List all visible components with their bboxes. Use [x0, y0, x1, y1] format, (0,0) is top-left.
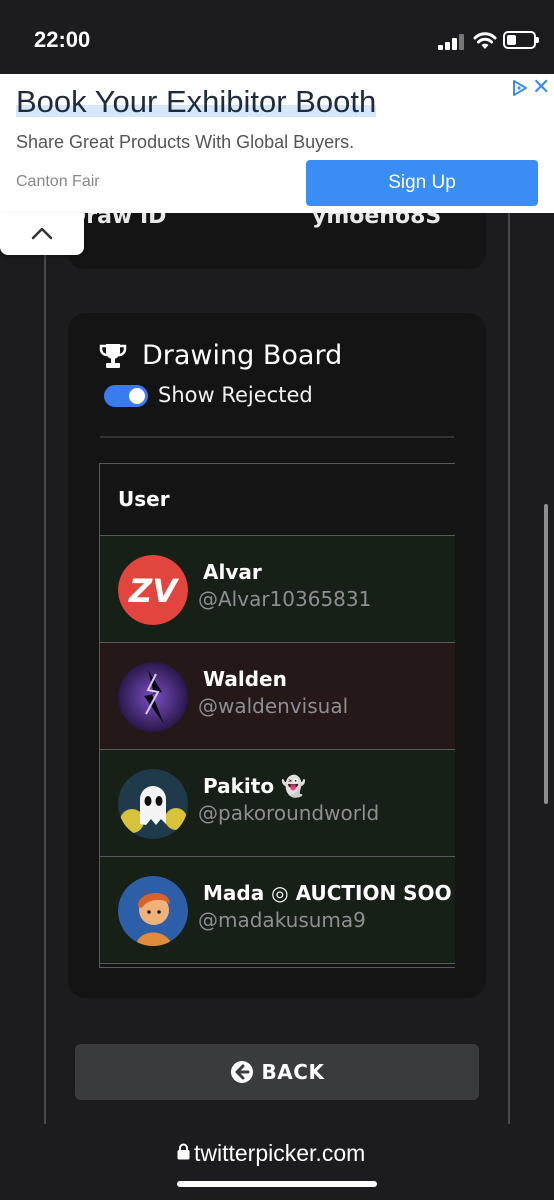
user-handle[interactable]: @Alvar10365831 — [198, 587, 371, 611]
user-name: Alvar — [203, 560, 262, 584]
column-header-user[interactable]: User — [118, 487, 170, 511]
user-handle[interactable]: @madakusuma9 — [198, 908, 366, 932]
table-row[interactable]: Walden @waldenvisual — [100, 643, 455, 750]
ad-banner[interactable]: Book Your Exhibitor Booth Share Great Pr… — [0, 74, 554, 213]
avatar — [118, 876, 188, 946]
ad-close-icon[interactable]: ✕ — [532, 76, 550, 98]
user-handle[interactable]: @waldenvisual — [198, 694, 348, 718]
table-header: User — [100, 464, 455, 536]
svg-text:ZV: ZV — [128, 572, 179, 610]
divider — [100, 436, 454, 438]
browser-url-bar[interactable]: twitterpicker.com — [0, 1124, 554, 1200]
avatar: ZV — [118, 555, 188, 625]
back-button[interactable]: BACK — [75, 1044, 479, 1100]
home-indicator[interactable] — [177, 1181, 377, 1187]
arrow-left-circle-icon — [230, 1061, 253, 1083]
status-time: 22:00 — [34, 27, 91, 52]
user-name: Pakito 👻 — [203, 774, 306, 798]
ad-collapse-tab[interactable] — [0, 213, 84, 255]
show-rejected-label: Show Rejected — [158, 383, 313, 407]
cellular-signal-icon — [438, 34, 464, 50]
user-name: Mada ◎ AUCTION SOO — [203, 881, 452, 905]
ad-subtitle: Share Great Products With Global Buyers. — [16, 132, 355, 152]
trophy-icon — [99, 344, 127, 368]
table-row[interactable]: ZV Alvar @Alvar10365831 — [100, 536, 455, 643]
drawing-board-title: Drawing Board — [142, 340, 343, 371]
avatar — [118, 662, 188, 732]
ad-brand: Canton Fair — [16, 173, 100, 190]
avatar — [118, 769, 188, 839]
back-button-label: BACK — [261, 1060, 325, 1084]
back-button-content: BACK — [75, 1044, 479, 1100]
scrollbar[interactable] — [544, 504, 548, 804]
lock-icon — [177, 1143, 190, 1160]
frame-border-right — [508, 74, 510, 1124]
show-rejected-toggle[interactable] — [104, 385, 148, 407]
ad-signup-button[interactable]: Sign Up — [306, 160, 538, 206]
participants-table: User ZV Alvar @Alvar10365831 Walden @wal… — [99, 463, 455, 968]
url-text[interactable]: twitterpicker.com — [194, 1140, 365, 1167]
user-handle[interactable]: @pakoroundworld — [198, 801, 379, 825]
wifi-icon — [473, 32, 497, 49]
ad-title[interactable]: Book Your Exhibitor Booth — [16, 84, 377, 120]
toggle-knob — [129, 388, 145, 404]
ad-choices-icon[interactable] — [510, 78, 530, 98]
table-row[interactable]: Pakito 👻 @pakoroundworld — [100, 750, 455, 857]
battery-icon — [503, 31, 539, 49]
chevron-up-icon — [31, 227, 53, 240]
table-row[interactable]: Mada ◎ AUCTION SOO @madakusuma9 — [100, 857, 455, 964]
status-bar: 22:00 — [0, 0, 554, 74]
user-name: Walden — [203, 667, 287, 691]
